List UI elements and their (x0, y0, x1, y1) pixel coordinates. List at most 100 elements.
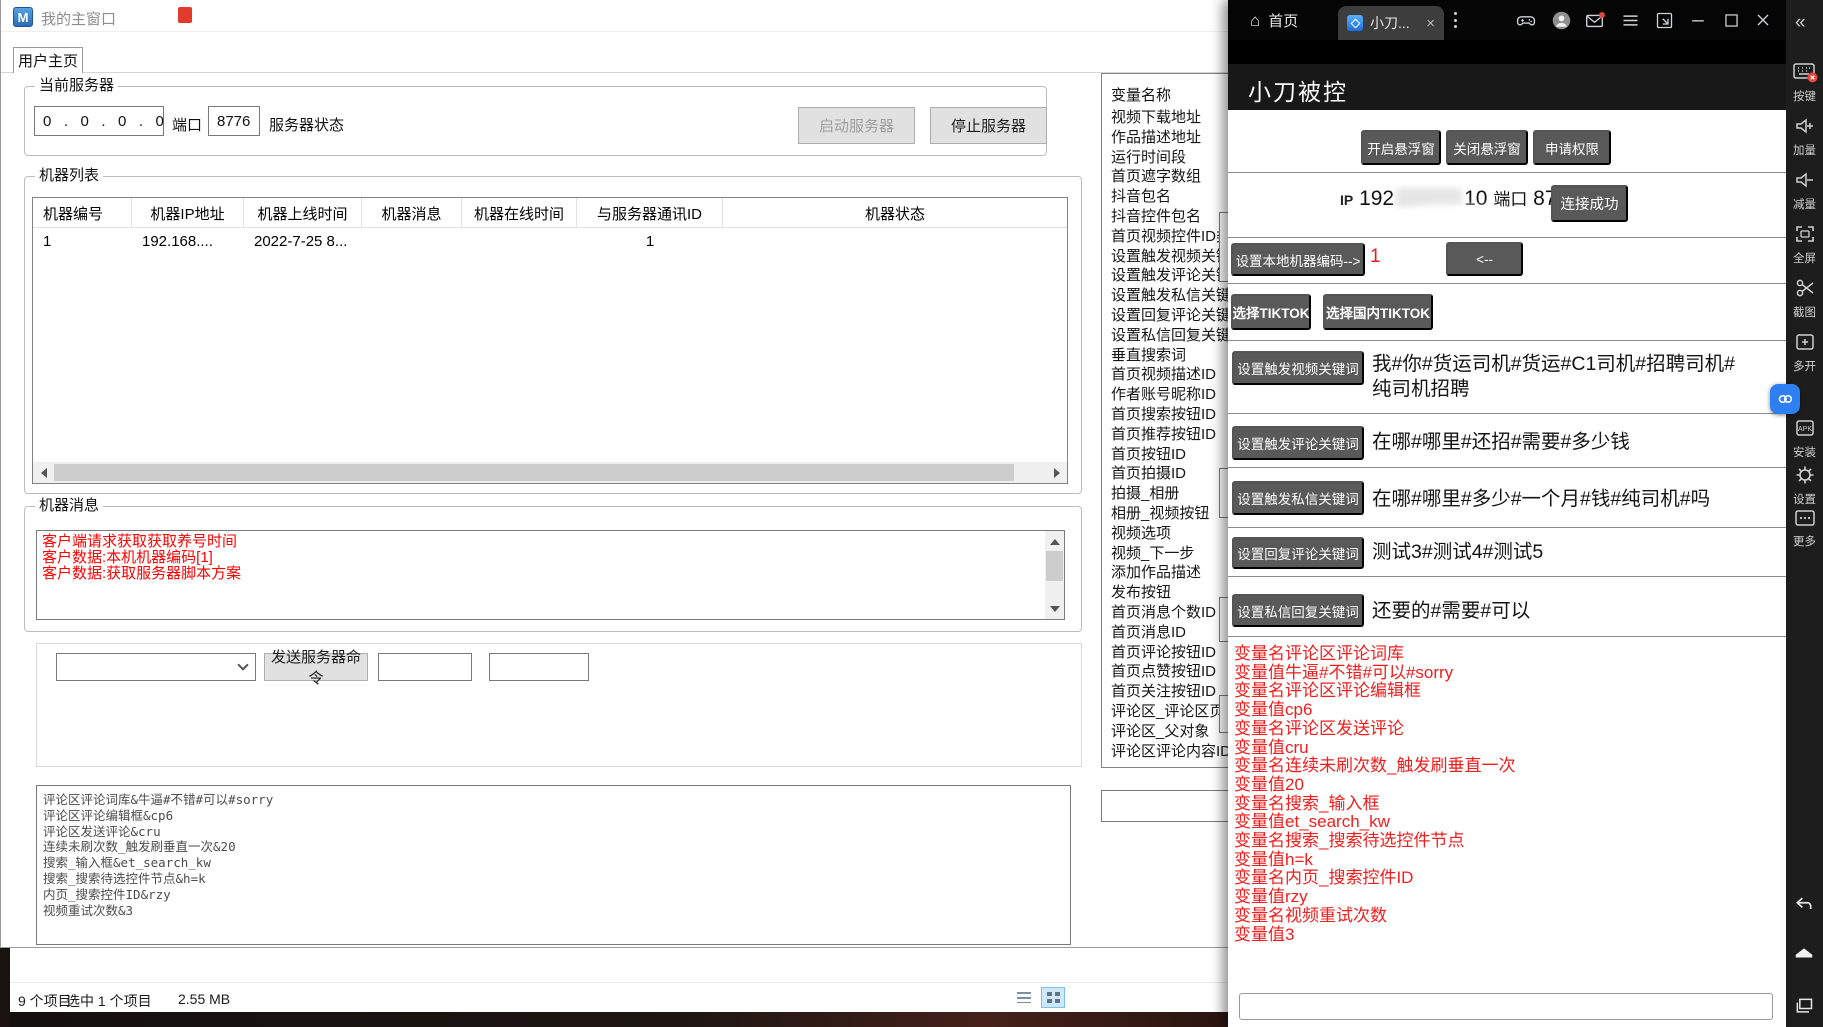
column-header[interactable]: 机器状态 (723, 198, 1067, 228)
nav-back-icon[interactable] (1793, 893, 1815, 915)
scroll-left-icon[interactable] (33, 462, 54, 483)
collapse-sidebar-icon[interactable]: « (1795, 12, 1806, 34)
variable-list-item[interactable]: 垂直搜索词 (1111, 346, 1231, 366)
column-header[interactable]: 机器在线时间 (462, 198, 577, 228)
variable-list-item[interactable]: 首页视频控件ID类 (1111, 227, 1231, 247)
close-float-window-button[interactable]: 关闭悬浮窗 (1446, 130, 1528, 165)
sidebar-item-volume-down[interactable]: 减量 (1786, 168, 1823, 212)
maximize-icon[interactable] (1720, 9, 1742, 31)
set-dm-reply-keywords-button[interactable]: 设置私信回复关键词 (1232, 594, 1364, 627)
open-float-window-button[interactable]: 开启悬浮窗 (1361, 130, 1441, 165)
command-param-input-2[interactable] (489, 653, 589, 681)
variable-list-item[interactable]: 拍摄_相册 (1111, 484, 1231, 504)
variable-list-item[interactable]: 首页按钮ID (1111, 445, 1231, 465)
tab-active[interactable]: 小刀... × (1338, 6, 1444, 40)
mail-icon[interactable] (1584, 9, 1606, 31)
sidebar-item-keys[interactable]: 按键 (1786, 60, 1823, 104)
variable-list-item[interactable]: 首页搜索按钮ID (1111, 405, 1231, 425)
hamburger-menu-icon[interactable] (1619, 9, 1641, 31)
column-header[interactable]: 机器消息 (362, 198, 462, 228)
variable-list-item[interactable]: 首页拍摄ID (1111, 464, 1231, 484)
tab-home[interactable]: ⌂ 首页 (1250, 10, 1298, 31)
variable-list-item[interactable]: 首页消息ID (1111, 623, 1231, 643)
request-permission-button[interactable]: 申请权限 (1533, 130, 1611, 165)
cast-screen-icon[interactable] (1653, 9, 1675, 31)
column-header[interactable]: 机器编号 (33, 198, 132, 228)
table-row[interactable]: 1 192.168.... 2022-7-25 8... 1 (33, 228, 1067, 254)
select-cn-tiktok-button[interactable]: 选择国内TIKTOK (1323, 294, 1433, 330)
variable-list-item[interactable]: 视频_下一步 (1111, 544, 1231, 564)
remote-bottom-input[interactable] (1239, 993, 1773, 1020)
scroll-up-icon[interactable] (1044, 531, 1065, 552)
variable-list-item[interactable]: 设置私信回复关键 (1111, 326, 1231, 346)
variable-list-item[interactable]: 首页视频描述ID (1111, 365, 1231, 385)
account-icon[interactable] (1550, 9, 1572, 31)
nav-home-icon[interactable] (1793, 941, 1815, 963)
nav-recents-icon[interactable] (1793, 995, 1815, 1017)
variable-list-item[interactable]: 评论区评论内容ID (1111, 742, 1231, 762)
variable-list-item[interactable]: 评论区_父对象 (1111, 722, 1231, 742)
scroll-down-icon[interactable] (1044, 598, 1065, 619)
command-combobox[interactable] (56, 653, 256, 681)
variable-list-item[interactable]: 首页点赞按钮ID (1111, 662, 1231, 682)
select-tiktok-button[interactable]: 选择TIKTOK (1231, 294, 1311, 330)
script-variables-textarea[interactable]: 评论区评论词库&牛逼#不错#可以#sorry 评论区评论编辑框&cp6 评论区发… (36, 785, 1071, 945)
variable-list-item[interactable]: 作者账号昵称ID (1111, 385, 1231, 405)
server-ip-input[interactable]: 0 . 0 . 0 . 0 (34, 106, 164, 136)
variable-list-item[interactable]: 设置触发评论关键 (1111, 266, 1231, 286)
variable-list-item[interactable]: 首页消息个数ID (1111, 603, 1231, 623)
variable-list-item[interactable]: 视频选项 (1111, 524, 1231, 544)
variable-list-item[interactable]: 抖音控件包名 (1111, 207, 1231, 227)
variable-value-input[interactable] (1101, 790, 1229, 822)
arrow-back-button[interactable]: <-- (1446, 242, 1523, 276)
command-param-input-1[interactable] (378, 653, 472, 681)
variable-list-item[interactable]: 相册_视频按钮 (1111, 504, 1231, 524)
title-bar[interactable]: M 我的主窗口 (1, 0, 1232, 32)
column-header[interactable]: 与服务器通讯ID (577, 198, 723, 228)
close-icon[interactable] (1752, 9, 1774, 31)
scrollbar-thumb[interactable] (54, 464, 1014, 481)
send-command-button[interactable]: 发送服务器命令 (264, 653, 368, 681)
horizontal-scrollbar[interactable] (33, 462, 1067, 483)
scroll-right-icon[interactable] (1046, 462, 1067, 483)
sidebar-item-settings[interactable]: 设置 (1786, 463, 1823, 507)
kebab-menu-icon[interactable] (1454, 12, 1458, 28)
port-input[interactable]: 8776 (208, 106, 260, 136)
sidebar-item-more[interactable]: 更多 (1786, 507, 1823, 549)
scrollbar-thumb[interactable] (1046, 551, 1063, 581)
variable-list-item[interactable]: 发布按钮 (1111, 583, 1231, 603)
variable-list-item[interactable]: 运行时间段 (1111, 148, 1231, 168)
connect-status-button[interactable]: 连接成功 (1551, 185, 1628, 222)
sidebar-item-fullscreen[interactable]: 全屏 (1786, 222, 1823, 266)
minimize-icon[interactable] (1687, 9, 1709, 31)
variable-list-item[interactable]: 首页推荐按钮ID (1111, 425, 1231, 445)
vertical-scrollbar[interactable] (1045, 531, 1064, 619)
machine-message-box[interactable]: 客户端请求获取获取养号时间 客户数据:本机机器编码[1] 客户数据:获取服务器脚… (36, 530, 1065, 620)
sidebar-item-volume-up[interactable]: 加量 (1786, 114, 1823, 158)
gamepad-icon[interactable] (1515, 9, 1537, 31)
sidebar-item-install[interactable]: APK 安装 (1786, 416, 1823, 460)
variable-list-item[interactable]: 评论区_评论区页面 (1111, 702, 1231, 722)
column-header[interactable]: 机器IP地址 (132, 198, 244, 228)
variable-list-item[interactable]: 添加作品描述 (1111, 563, 1231, 583)
set-reply-comment-keywords-button[interactable]: 设置回复评论关键词 (1232, 537, 1364, 569)
variable-list-item[interactable]: 视频下载地址 (1111, 108, 1231, 128)
variable-list-item[interactable]: 设置回复评论关键 (1111, 306, 1231, 326)
tab-close-icon[interactable]: × (1426, 15, 1435, 32)
variable-list-item[interactable]: 作品描述地址 (1111, 128, 1231, 148)
variable-list-item[interactable]: 首页关注按钮ID (1111, 682, 1231, 702)
set-machine-code-button[interactable]: 设置本地机器编码--> (1231, 243, 1365, 276)
floating-link-logo-icon[interactable] (1770, 384, 1800, 414)
variable-list-item[interactable]: 首页遮字数组 (1111, 167, 1231, 187)
set-video-keywords-button[interactable]: 设置触发视频关键词 (1232, 351, 1364, 385)
thumbnails-view-icon[interactable] (1041, 987, 1065, 1008)
tab-user-home[interactable]: 用户主页 (13, 47, 83, 73)
stop-server-button[interactable]: 停止服务器 (930, 107, 1047, 144)
variable-list-item[interactable]: 首页评论按钮ID (1111, 643, 1231, 663)
start-server-button[interactable]: 启动服务器 (798, 107, 915, 144)
variable-name-list[interactable]: 变量名称 视频下载地址作品描述地址运行时间段首页遮字数组抖音包名抖音控件包名首页… (1101, 73, 1231, 768)
sidebar-item-screenshot[interactable]: 截图 (1786, 276, 1823, 320)
sidebar-item-multi-open[interactable]: 多开 (1786, 330, 1823, 374)
variable-list-item[interactable]: 设置触发视频关键 (1111, 247, 1231, 267)
details-view-icon[interactable] (1012, 987, 1036, 1008)
